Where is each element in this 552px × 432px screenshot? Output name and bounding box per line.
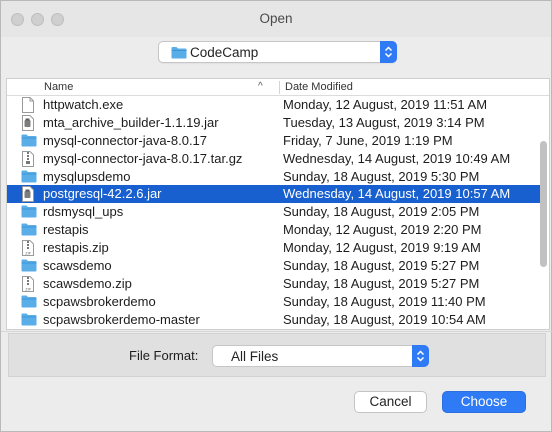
file-date-modified: Sunday, 18 August, 2019 5:27 PM xyxy=(283,275,480,291)
file-row[interactable]: postgresql-42.2.6.jar Wednesday, 14 Augus… xyxy=(7,185,543,204)
file-row[interactable]: scpawsbrokerdemo Sunday, 18 August, 2019 … xyxy=(7,293,543,311)
file-browser[interactable]: Name ^ Date Modified httpwatch.exe Monday… xyxy=(6,78,550,330)
location-label: CodeCamp xyxy=(190,45,259,60)
file-date-modified: Sunday, 18 August, 2019 5:30 PM xyxy=(283,168,480,184)
location-chevron-icon[interactable] xyxy=(380,41,397,63)
file-date-modified: Sunday, 18 August, 2019 10:54 AM xyxy=(283,311,486,327)
window-title: Open xyxy=(259,11,293,26)
file-name: scawsdemo xyxy=(43,258,112,274)
folder-icon xyxy=(21,294,37,309)
location-dropdown[interactable]: CodeCamp xyxy=(158,41,397,63)
column-divider[interactable] xyxy=(279,81,280,94)
file-date-modified: Monday, 12 August, 2019 2:20 PM xyxy=(283,222,482,238)
file-date-modified: Sunday, 18 August, 2019 11:40 PM xyxy=(283,293,486,309)
folder-icon xyxy=(21,169,37,184)
column-header: Name ^ Date Modified xyxy=(7,79,549,96)
file-name: mysqlupsdemo xyxy=(43,168,131,184)
file-row[interactable]: httpwatch.exe Monday, 12 August, 2019 11:… xyxy=(7,96,543,114)
divider xyxy=(1,331,552,332)
file-row[interactable]: ZIP scawsdemo.zip Sunday, 18 August, 2019 … xyxy=(7,275,543,293)
zip-file-icon: ZIP xyxy=(21,275,37,292)
file-row[interactable]: scawsdemo Sunday, 18 August, 2019 5:27 PM xyxy=(7,257,543,275)
file-date-modified: Monday, 12 August, 2019 9:19 AM xyxy=(283,240,481,256)
scrollbar-thumb[interactable] xyxy=(540,141,547,267)
jar-file-icon xyxy=(21,114,37,131)
file-name: rdsmysql_ups xyxy=(43,204,124,220)
file-name: scawsdemo.zip xyxy=(43,275,132,291)
file-format-bar: File Format: All Files xyxy=(8,333,546,377)
file-date-modified: Friday, 7 June, 2019 1:19 PM xyxy=(283,132,453,148)
file-row[interactable]: mysql-connector-java-8.0.17.tar.gz Wednes… xyxy=(7,150,543,168)
file-list: httpwatch.exe Monday, 12 August, 2019 11:… xyxy=(7,96,543,329)
svg-text:ZIP: ZIP xyxy=(25,252,31,256)
column-name-header[interactable]: Name xyxy=(44,81,73,93)
zip-file-icon: ZIP xyxy=(21,240,37,257)
folder-icon xyxy=(171,46,187,62)
choose-button[interactable]: Choose xyxy=(442,391,526,413)
file-row[interactable]: restapis Monday, 12 August, 2019 2:20 PM xyxy=(7,221,543,239)
archive-file-icon xyxy=(21,150,37,167)
folder-icon xyxy=(21,222,37,237)
cancel-button[interactable]: Cancel xyxy=(354,391,427,413)
file-date-modified: Monday, 12 August, 2019 11:51 AM xyxy=(283,97,488,112)
file-date-modified: Tuesday, 13 August, 2019 3:14 PM xyxy=(283,114,485,130)
file-row[interactable]: mysql-connector-java-8.0.17 Friday, 7 Jun… xyxy=(7,132,543,150)
title-bar: Open xyxy=(1,1,551,37)
file-date-modified: Wednesday, 14 August, 2019 10:57 AM xyxy=(283,186,511,202)
file-format-chevron-icon[interactable] xyxy=(412,345,429,367)
file-name: mysql-connector-java-8.0.17 xyxy=(43,132,208,148)
file-name: restapis.zip xyxy=(43,240,109,256)
file-date-modified: Sunday, 18 August, 2019 5:27 PM xyxy=(283,258,480,274)
column-date-header[interactable]: Date Modified xyxy=(285,81,353,93)
folder-icon xyxy=(21,258,37,273)
file-name: restapis xyxy=(43,222,89,238)
file-name: scpawsbrokerdemo xyxy=(43,293,156,309)
folder-icon xyxy=(21,133,37,148)
file-name: scpawsbrokerdemo-master xyxy=(43,311,200,327)
open-dialog: Open CodeCamp Name ^ Date Modified httpw… xyxy=(0,0,552,432)
file-format-dropdown[interactable]: All Files xyxy=(212,345,429,367)
file-name: mysql-connector-java-8.0.17.tar.gz xyxy=(43,150,243,166)
jar-file-icon xyxy=(21,186,37,203)
file-format-label: File Format: xyxy=(129,348,199,363)
file-row[interactable]: mysqlupsdemo Sunday, 18 August, 2019 5:30… xyxy=(7,168,543,186)
file-name: httpwatch.exe xyxy=(43,97,124,112)
svg-text:ZIP: ZIP xyxy=(25,287,31,291)
file-row[interactable]: mta_archive_builder-1.1.19.jar Tuesday, 1… xyxy=(7,114,543,132)
sort-ascending-icon: ^ xyxy=(258,81,263,92)
file-row[interactable]: rdsmysql_ups Sunday, 18 August, 2019 2:05… xyxy=(7,203,543,221)
blank-file-icon xyxy=(21,97,37,113)
file-name: postgresql-42.2.6.jar xyxy=(43,186,162,202)
folder-icon xyxy=(21,204,37,219)
file-name: mta_archive_builder-1.1.19.jar xyxy=(43,114,219,130)
folder-icon xyxy=(21,312,37,327)
file-format-value: All Files xyxy=(231,349,279,364)
file-date-modified: Sunday, 18 August, 2019 2:05 PM xyxy=(283,204,480,220)
file-row[interactable]: ZIP restapis.zip Monday, 12 August, 2019 9… xyxy=(7,239,543,257)
file-row[interactable]: scpawsbrokerdemo-master Sunday, 18 August… xyxy=(7,311,543,329)
file-date-modified: Wednesday, 14 August, 2019 10:49 AM xyxy=(283,150,511,166)
